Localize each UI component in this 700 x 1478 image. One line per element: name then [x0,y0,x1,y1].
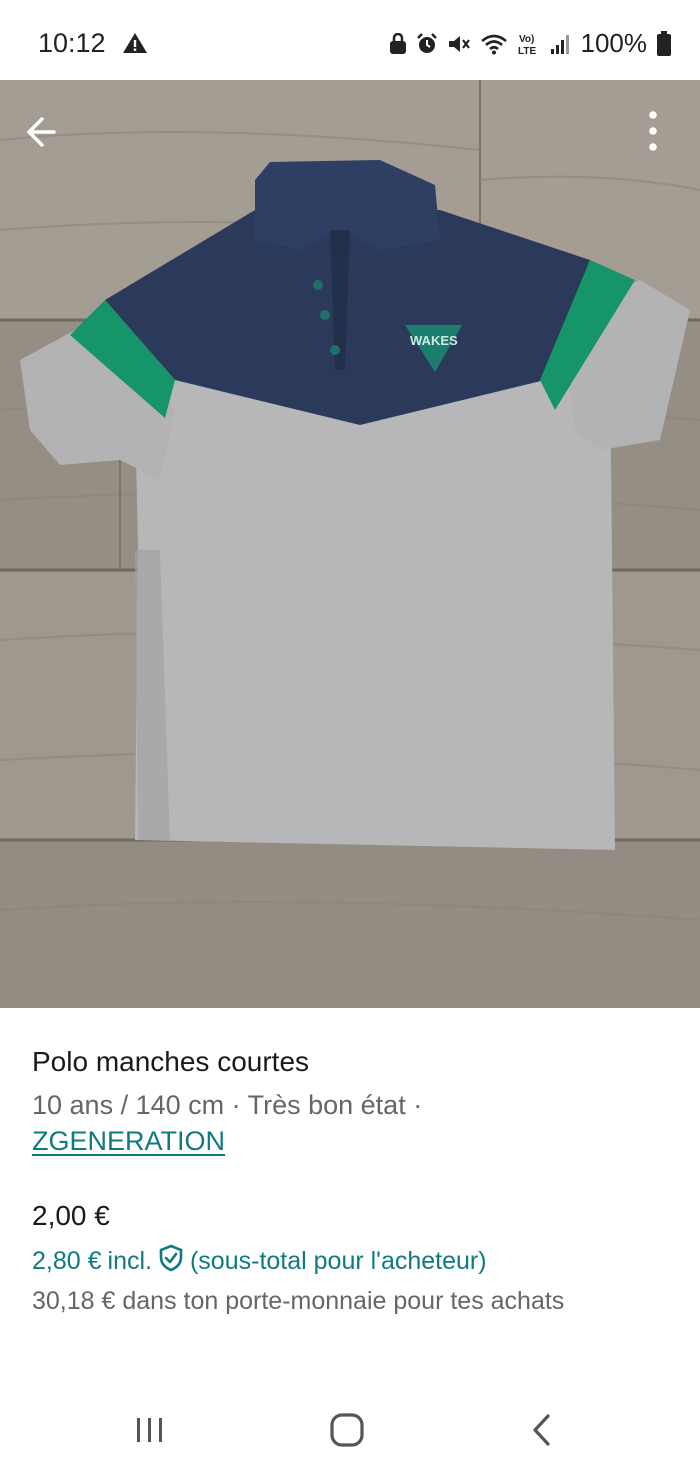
wifi-icon [480,33,508,55]
battery-percent: 100% [580,28,648,58]
status-bar: 10:12 Vo) LTE 100% [0,0,700,80]
signal-icon [550,33,572,55]
svg-text:LTE: LTE [518,46,536,56]
incl-label: incl. [107,1247,152,1275]
mute-icon [447,33,471,55]
polo-shirt-image: WAKES [0,80,700,1008]
shield-check-icon [158,1244,184,1279]
back-nav-icon[interactable] [523,1410,563,1450]
more-options-icon[interactable] [636,106,670,156]
item-price: 2,00 € [32,1200,110,1231]
wallet-note: 30,18 € dans ton porte-monnaie pour tes … [32,1287,565,1315]
status-time: 10:12 [38,28,106,58]
lock-icon [389,32,407,55]
alarm-icon [416,32,438,55]
item-meta: 10 ans / 140 cm · Très bon état · [32,1090,423,1120]
warning-icon [122,32,148,59]
recent-apps-icon[interactable] [130,1410,170,1450]
battery-icon [656,30,672,57]
brand-link[interactable]: ZGENERATION [32,1126,225,1157]
volte-icon: Vo) LTE [517,32,541,56]
incl-note: (sous-total pour l'acheteur) [189,1247,487,1275]
item-title: Polo manches courtes [32,1046,310,1077]
back-arrow-icon[interactable] [24,112,68,152]
price-incl-value: 2,80 € [32,1247,102,1275]
svg-text:WAKES: WAKES [410,333,458,348]
status-icons: Vo) LTE 100% [389,28,673,59]
product-photo[interactable]: WAKES [0,80,700,1008]
svg-text:Vo): Vo) [519,34,534,45]
buyer-protection-price[interactable]: 2,80 € incl. (sous-total pour l'acheteur… [32,1244,487,1279]
home-icon[interactable] [327,1410,367,1450]
